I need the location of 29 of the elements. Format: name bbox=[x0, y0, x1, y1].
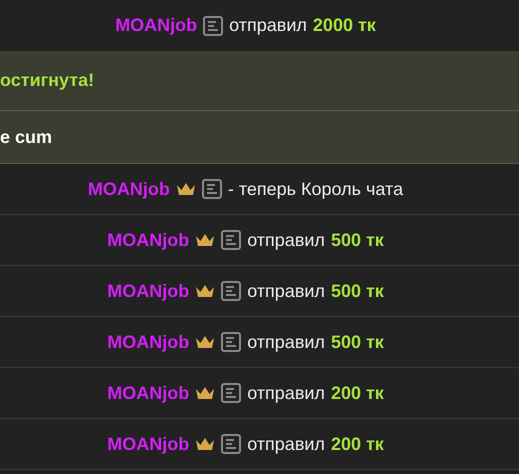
document-icon bbox=[221, 281, 242, 301]
document-icon bbox=[221, 332, 242, 352]
username: MOANjob bbox=[107, 280, 190, 303]
tip-amount: 200 тк bbox=[330, 432, 384, 456]
tip-amount: 500 тк bbox=[330, 330, 384, 354]
tip-amount: 200 тк bbox=[330, 382, 384, 404]
username: MOANjob bbox=[107, 432, 190, 456]
username: MOANjob bbox=[107, 330, 190, 354]
username: MOANjob bbox=[107, 382, 190, 405]
document-icon bbox=[203, 16, 224, 36]
document-icon bbox=[221, 383, 242, 403]
document-icon bbox=[221, 230, 242, 250]
message-text: отправил bbox=[247, 280, 325, 303]
username: MOANjob bbox=[107, 228, 190, 252]
message-text: - теперь Король чата bbox=[228, 178, 404, 201]
message-text: отправил bbox=[247, 330, 325, 354]
document-icon bbox=[202, 179, 222, 199]
username: MOANjob bbox=[115, 14, 198, 37]
message-text: отправил bbox=[247, 228, 325, 252]
message-text: отправил bbox=[247, 382, 325, 405]
tip-amount: 500 тк bbox=[330, 228, 384, 252]
alert-text: остигнута! bbox=[0, 69, 94, 92]
username: MOANjob bbox=[88, 178, 170, 201]
tip-amount: 2000 тк bbox=[312, 14, 376, 37]
message-text: отправил bbox=[229, 14, 307, 37]
message-text: отправил bbox=[247, 432, 325, 456]
document-icon bbox=[221, 434, 242, 454]
tip-amount: 500 тк bbox=[330, 280, 384, 302]
alert-text: e cum bbox=[0, 126, 52, 148]
